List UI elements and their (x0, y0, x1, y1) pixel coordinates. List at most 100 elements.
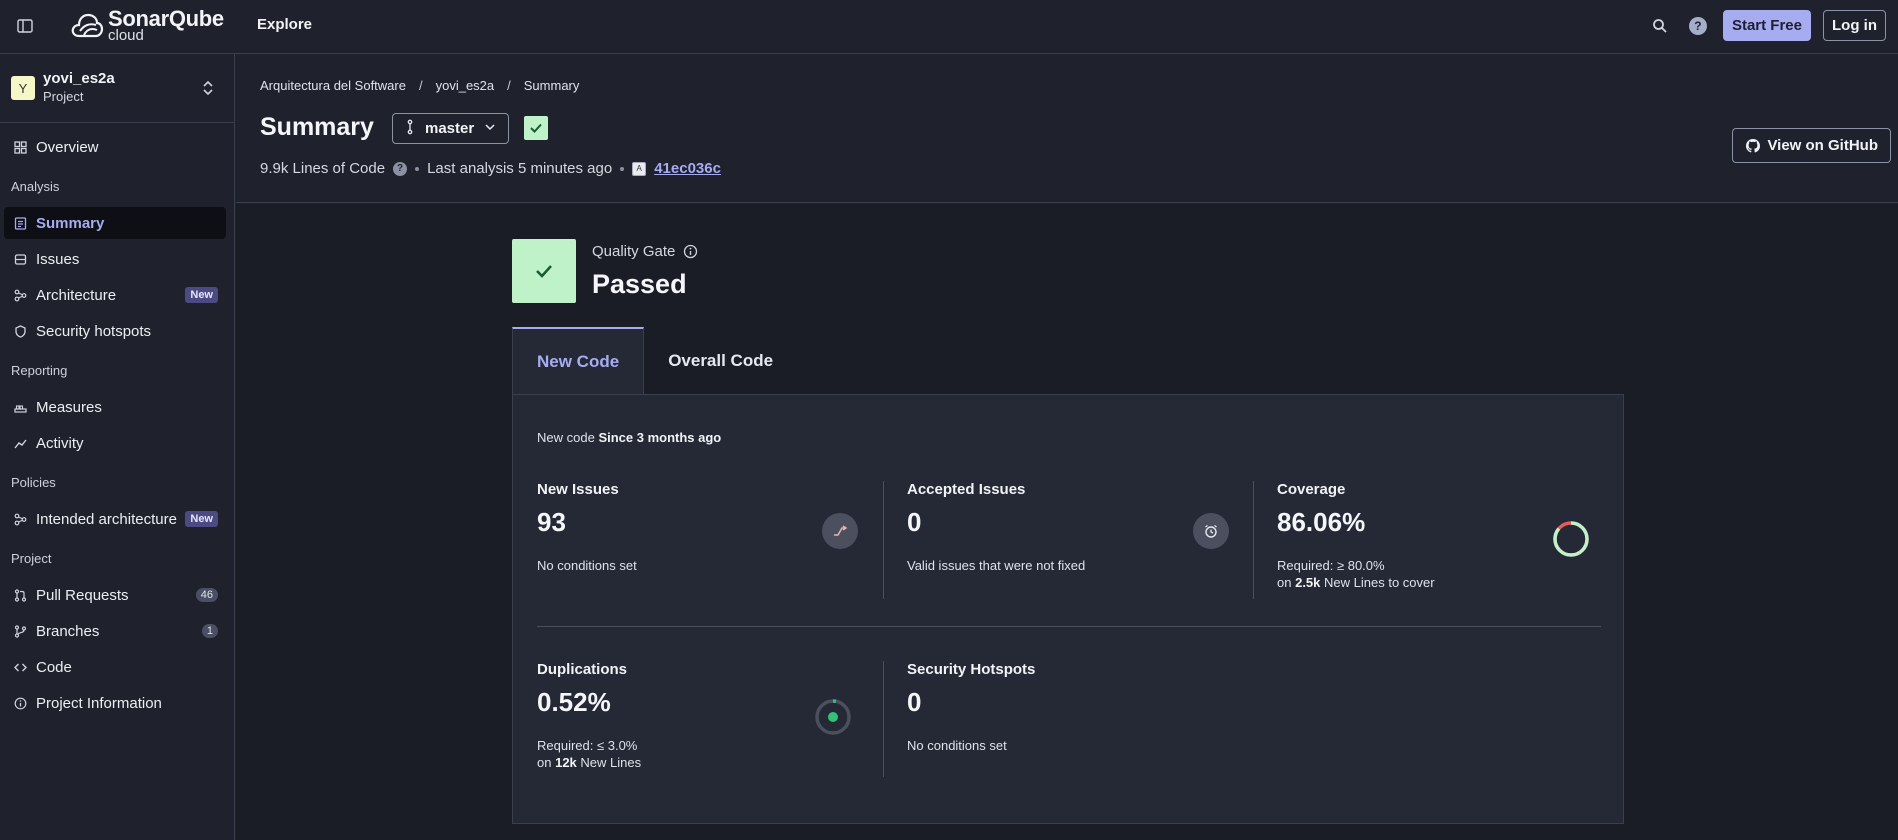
sidebar-item-label: Security hotspots (36, 322, 152, 340)
metric-value[interactable]: 86.06% (1277, 507, 1365, 538)
metric-title: New Issues (537, 481, 619, 498)
metric-value[interactable]: 0.52% (537, 687, 611, 718)
branch-selector[interactable]: master (392, 113, 509, 144)
metric-title: Coverage (1277, 481, 1346, 498)
section-analysis: Analysis (11, 179, 60, 194)
help-icon[interactable]: ? (1685, 13, 1711, 39)
sidebar-item-label: Project Information (36, 694, 162, 712)
lines-of-code: 9.9k Lines of Code (260, 160, 386, 177)
start-free-button[interactable]: Start Free (1722, 10, 1811, 41)
info-icon[interactable] (683, 244, 698, 259)
sidebar-item-issues[interactable]: Issues (4, 243, 226, 275)
breadcrumb-project[interactable]: yovi_es2a (436, 78, 495, 93)
cloud-logo-icon (71, 13, 104, 37)
metric-note: Required: ≥ 80.0% on 2.5k New Lines to c… (1277, 558, 1435, 590)
metric-note: Required: ≤ 3.0% on 12k New Lines (537, 738, 642, 770)
sidebar-item-activity[interactable]: Activity (4, 427, 226, 459)
metric-accepted-issues: Accepted Issues 0 Valid issues that were… (907, 481, 1277, 601)
sidebar-item-security-hotspots[interactable]: Security hotspots (4, 315, 226, 347)
view-on-github-button[interactable]: View on GitHub (1732, 128, 1891, 163)
metric-note: Valid issues that were not fixed (907, 558, 1086, 573)
metric-value[interactable]: 93 (537, 507, 566, 538)
tab-new-code[interactable]: New Code (512, 327, 645, 395)
tab-overall-code[interactable]: Overall Code (644, 327, 797, 395)
metric-note: No conditions set (537, 558, 637, 573)
sidebar-item-label: Overview (36, 138, 99, 156)
sidebar-item-intended-architecture[interactable]: Intended architecture New (4, 503, 226, 535)
sonarqube-logo[interactable]: SonarQube cloud (70, 8, 224, 43)
activity-icon (13, 436, 27, 450)
breadcrumb-current: Summary (523, 78, 580, 93)
sidebar-item-label: Code (36, 658, 72, 676)
metric-note: No conditions set (907, 738, 1007, 753)
metrics-panel: New code Since 3 months ago New Issues 9… (512, 394, 1624, 824)
analysis-meta: 9.9k Lines of Code ? Last analysis 5 min… (260, 160, 721, 177)
branch-icon (13, 624, 27, 638)
chevron-down-icon (484, 120, 496, 137)
metric-duplications: Duplications 0.52% Required: ≤ 3.0% on 1… (537, 661, 907, 781)
sidebar-item-project-information[interactable]: Project Information (4, 687, 226, 719)
login-button[interactable]: Log in (1823, 10, 1886, 41)
search-icon[interactable] (1647, 13, 1673, 39)
last-analysis: Last analysis 5 minutes ago (427, 160, 613, 177)
sidebar-item-label: Issues (36, 250, 80, 268)
duplications-donut (815, 699, 851, 735)
branch-name: master (425, 120, 475, 137)
project-type: Project (43, 89, 84, 104)
sidebar-item-measures[interactable]: Measures (4, 391, 226, 423)
new-code-period: New code Since 3 months ago (537, 430, 722, 445)
metric-value[interactable]: 0 (907, 507, 921, 538)
check-icon (530, 123, 542, 133)
branches-count-badge: 1 (201, 624, 218, 638)
new-badge: New (185, 287, 218, 303)
sidebar-item-summary[interactable]: Summary (4, 207, 226, 239)
section-policies: Policies (11, 475, 56, 490)
architecture-icon (13, 288, 27, 302)
pull-requests-count-badge: 46 (195, 588, 218, 602)
explore-link[interactable]: Explore (257, 16, 312, 33)
sidebar-toggle-icon[interactable] (16, 17, 34, 35)
code-tabs: New Code Overall Code (512, 327, 797, 395)
project-switcher[interactable]: Y yovi_es2a Project (0, 54, 234, 123)
commit-hash-link[interactable]: 41ec036c (654, 160, 721, 177)
sidebar-item-branches[interactable]: Branches 1 (4, 615, 226, 647)
info-icon (13, 696, 27, 710)
page-title: Summary (260, 113, 374, 141)
duplications-dot (828, 712, 838, 722)
metric-security-hotspots: Security Hotspots 0 No conditions set (907, 661, 1277, 781)
issues-icon (13, 252, 27, 266)
page-header: Arquitectura del Software / yovi_es2a / … (236, 55, 1898, 203)
metric-title: Security Hotspots (907, 661, 1036, 678)
sidebar-item-label: Architecture (36, 286, 117, 304)
help-icon[interactable]: ? (393, 161, 408, 176)
sidebar-item-overview[interactable]: Overview (4, 131, 226, 163)
sidebar-item-architecture[interactable]: Architecture New (4, 279, 226, 311)
quality-gate-status-badge (524, 116, 548, 140)
chevron-up-down-icon (201, 79, 215, 102)
sidebar-item-label: Pull Requests (36, 586, 129, 604)
pull-request-icon (13, 588, 27, 602)
architecture-icon (13, 512, 27, 526)
code-icon (13, 660, 27, 674)
metric-value[interactable]: 0 (907, 687, 921, 718)
grid-icon (13, 140, 27, 154)
breadcrumb: Arquitectura del Software / yovi_es2a / … (260, 78, 580, 93)
shield-icon (13, 324, 27, 338)
measures-icon (13, 400, 27, 414)
metric-title: Accepted Issues (907, 481, 1026, 498)
breadcrumb-organization[interactable]: Arquitectura del Software (260, 78, 406, 93)
metric-coverage: Coverage 86.06% Required: ≥ 80.0% on 2.5… (1277, 481, 1647, 601)
sidebar-item-pull-requests[interactable]: Pull Requests 46 (4, 579, 226, 611)
github-icon (1746, 138, 1761, 152)
coverage-donut (1553, 521, 1589, 557)
sidebar-item-label: Branches (36, 622, 100, 640)
project-name: yovi_es2a (43, 70, 115, 87)
sidebar-item-code[interactable]: Code (4, 651, 226, 683)
quality-gate-label: Quality Gate (592, 243, 698, 260)
sidebar-item-label: Summary (36, 214, 105, 232)
check-icon (536, 265, 552, 278)
section-project: Project (11, 551, 52, 566)
github-button-label: View on GitHub (1767, 137, 1878, 154)
metric-new-issues: New Issues 93 No conditions set (537, 481, 907, 601)
project-avatar: Y (11, 76, 35, 100)
